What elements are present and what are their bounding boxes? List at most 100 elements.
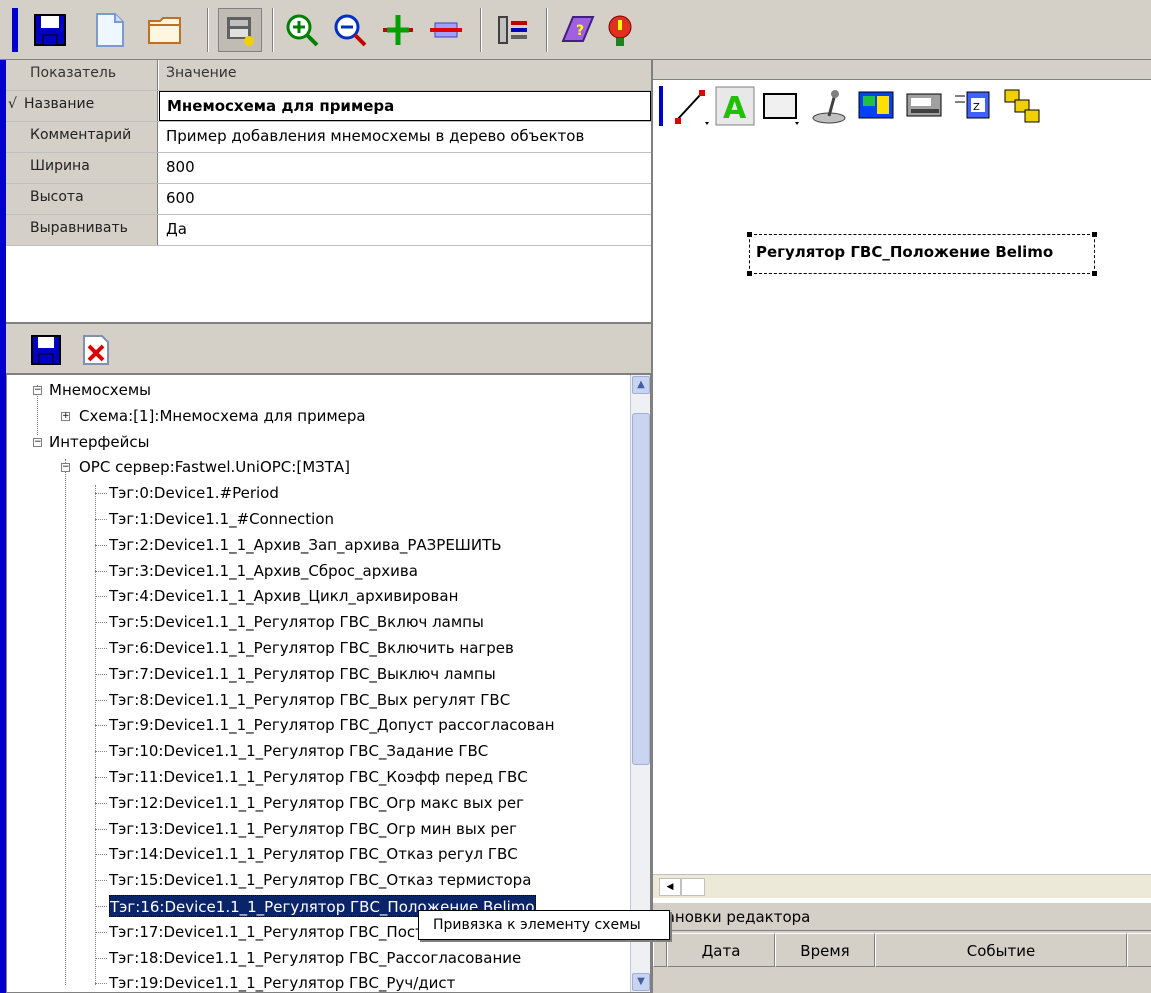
canvas-text-element[interactable]: Регулятор ГВС_Положение Belimo: [747, 232, 1097, 276]
column-header-time[interactable]: Время: [775, 933, 875, 967]
context-menu-item-bind-element[interactable]: Привязка к элементу схемы: [433, 917, 641, 933]
tree-node[interactable]: Тэг:7:Device1.1_1_Регулятор ГВС_Выключ л…: [109, 663, 496, 685]
help-book-icon[interactable]: ?: [556, 8, 600, 52]
tree-node[interactable]: Тэг:5:Device1.1_1_Регулятор ГВС_Включ ла…: [109, 611, 484, 633]
tree-node[interactable]: Тэг:10:Device1.1_1_Регулятор ГВС_Задание…: [109, 740, 488, 762]
rectangle-tool-icon[interactable]: [761, 86, 801, 126]
current-row-check-icon: √: [8, 96, 17, 112]
line-tool-icon[interactable]: [671, 86, 711, 126]
tree-node[interactable]: Тэг:14:Device1.1_1_Регулятор ГВС_Отказ р…: [109, 843, 518, 865]
joystick-tool-icon[interactable]: [809, 86, 849, 126]
resize-handle[interactable]: [747, 271, 752, 276]
picture-tool-icon[interactable]: [857, 86, 897, 126]
add-icon[interactable]: [376, 8, 420, 52]
text-tool-icon[interactable]: A: [715, 86, 755, 126]
property-label-text: Название: [24, 96, 95, 112]
scrollbar-thumb[interactable]: [632, 413, 650, 765]
tree-branch-line: [95, 596, 107, 598]
zoom-in-icon[interactable]: [280, 8, 324, 52]
collapse-icon[interactable]: −: [61, 463, 70, 473]
new-document-icon[interactable]: [88, 8, 132, 52]
tree-guide-line: [65, 459, 66, 985]
settings-icon[interactable]: [490, 8, 534, 52]
tree-branch-line: [95, 802, 107, 804]
vertical-scrollbar[interactable]: ▲ ▼: [630, 375, 650, 992]
toolbar-grip: [659, 86, 663, 126]
column-header-value[interactable]: Значение: [159, 60, 651, 90]
property-value-field[interactable]: 800: [159, 153, 651, 183]
tree-node[interactable]: OPC сервер:Fastwel.UniOPC:[МЗТА]: [79, 456, 350, 478]
context-menu: Привязка к элементу схемы: [418, 910, 670, 940]
resize-handle[interactable]: [1092, 232, 1097, 237]
event-table-body: [653, 970, 1151, 993]
tree-node[interactable]: Тэг:11:Device1.1_1_Регулятор ГВС_Коэфф п…: [109, 766, 528, 788]
property-label: √ Название: [6, 91, 158, 121]
column-header-name[interactable]: Показатель: [6, 60, 158, 90]
stack-tool-icon[interactable]: Z: [953, 86, 993, 126]
tree-node[interactable]: Тэг:8:Device1.1_1_Регулятор ГВС_Вых регу…: [109, 689, 510, 711]
tree-node[interactable]: Мнемосхемы: [49, 379, 151, 401]
tree-node[interactable]: Тэг:2:Device1.1_1_Архив_Зап_архива_РАЗРЕ…: [109, 534, 502, 556]
tree-guide-line: [95, 485, 96, 985]
collapse-icon[interactable]: −: [33, 437, 42, 447]
editor-panel: A Z Регулятор ГВС_Положение Belimo ◀ тан…: [651, 60, 1151, 993]
info-icon[interactable]: [598, 8, 642, 52]
property-row-name[interactable]: √ Название Мнемосхема для примера: [6, 91, 651, 122]
toolbar-separator: [480, 8, 482, 52]
editor-toolbar: A Z: [653, 80, 1151, 132]
tree-node[interactable]: Тэг:9:Device1.1_1_Регулятор ГВС_Допуст р…: [109, 714, 555, 736]
tree-branch-line: [95, 751, 107, 753]
collapse-icon[interactable]: −: [33, 386, 42, 395]
tree-node[interactable]: Тэг:13:Device1.1_1_Регулятор ГВС_Огр мин…: [109, 818, 517, 840]
save-icon[interactable]: [28, 8, 72, 52]
resize-handle[interactable]: [747, 232, 752, 237]
remove-icon[interactable]: [424, 8, 468, 52]
column-header-event[interactable]: Событие: [875, 933, 1127, 967]
open-folder-icon[interactable]: [143, 8, 187, 52]
tree-node[interactable]: Интерфейсы: [49, 431, 149, 453]
tree-branch-line: [95, 570, 107, 572]
tree-node[interactable]: Тэг:1:Device1.1_#Connection: [109, 508, 334, 530]
schema-canvas[interactable]: Регулятор ГВС_Положение Belimo: [653, 132, 1151, 874]
tree-node[interactable]: Тэг:15:Device1.1_1_Регулятор ГВС_Отказ т…: [109, 869, 531, 891]
tree-toolbar: [6, 326, 651, 374]
object-tree[interactable]: − Мнемосхемы + Схема:[1]:Мнемосхема для при…: [6, 374, 651, 993]
save-icon[interactable]: [30, 334, 62, 366]
property-value-field[interactable]: Да: [159, 215, 651, 245]
tree-node[interactable]: Тэг:0:Device1.#Period: [109, 482, 279, 504]
tree-branch-line: [95, 519, 107, 520]
property-value-field[interactable]: 600: [159, 184, 651, 214]
toolbar-separator: [207, 8, 209, 52]
property-label: Ширина: [6, 153, 158, 183]
horizontal-scrollbar[interactable]: ◀: [653, 874, 1151, 898]
tree-node[interactable]: Тэг:3:Device1.1_1_Архив_Сброс_архива: [109, 560, 418, 582]
property-row-comment[interactable]: Комментарий Пример добавления мнемосхемы…: [6, 122, 651, 153]
property-value-field[interactable]: Мнемосхема для примера: [159, 91, 651, 121]
tree-node[interactable]: Схема:[1]:Мнемосхема для примера: [79, 405, 366, 427]
tree-node[interactable]: Тэг:4:Device1.1_1_Архив_Цикл_архивирован: [109, 585, 458, 607]
device-tool-icon[interactable]: [905, 86, 945, 126]
resize-handle[interactable]: [1092, 271, 1097, 276]
tree-node[interactable]: Тэг:18:Device1.1_1_Регулятор ГВС_Рассогл…: [109, 947, 521, 969]
scroll-up-arrow-icon[interactable]: ▲: [632, 376, 650, 394]
property-value-field[interactable]: Пример добавления мнемосхемы в дерево об…: [159, 122, 651, 152]
tree-node[interactable]: Тэг:12:Device1.1_1_Регулятор ГВС_Огр мак…: [109, 792, 524, 814]
scroll-down-arrow-icon[interactable]: ▼: [632, 973, 650, 991]
property-row-width[interactable]: Ширина 800: [6, 153, 651, 184]
application-window: ? Показатель Значение √ Название Мнемосх…: [0, 0, 1151, 993]
scroll-left-arrow-icon[interactable]: ◀: [659, 878, 681, 896]
delete-icon[interactable]: [80, 334, 112, 366]
scrollbar-thumb[interactable]: [681, 878, 705, 896]
tree-node[interactable]: Тэг:6:Device1.1_1_Регулятор ГВС_Включить…: [109, 637, 514, 659]
property-grid: Показатель Значение √ Название Мнемосхем…: [6, 60, 651, 324]
tree-branch-line: [95, 957, 107, 959]
property-row-align[interactable]: Выравнивать Да: [6, 215, 651, 246]
tree-branch-line: [95, 906, 107, 907]
zoom-out-icon[interactable]: [328, 8, 372, 52]
layers-tool-icon[interactable]: [1003, 86, 1043, 126]
property-row-height[interactable]: Высота 600: [6, 184, 651, 215]
tree-node[interactable]: Тэг:19:Device1.1_1_Регулятор ГВС_Руч/дис…: [109, 972, 455, 992]
properties-icon[interactable]: [218, 8, 262, 52]
expand-icon[interactable]: +: [61, 411, 70, 421]
column-header-date[interactable]: Дата: [667, 933, 775, 967]
